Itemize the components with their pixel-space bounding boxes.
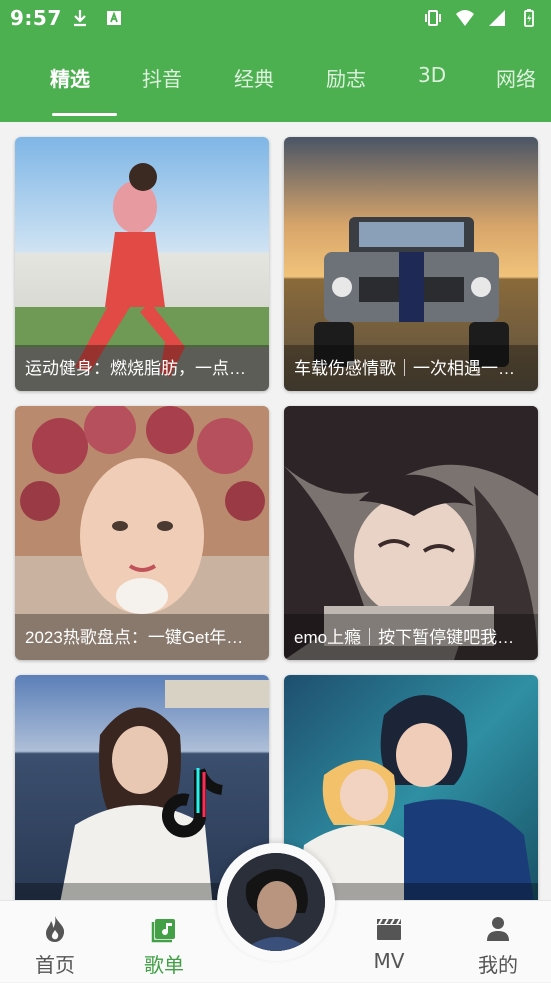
tab-internet[interactable]: 网络 (496, 63, 536, 92)
status-time: 9:57 (10, 6, 62, 30)
status-bar: 9:57 (0, 0, 551, 36)
battery-charging-icon (524, 9, 534, 27)
music-note-icon (151, 919, 175, 943)
clapperboard-icon (377, 918, 401, 940)
tab-indicator (52, 113, 117, 116)
now-playing-cover (227, 853, 325, 951)
font-notification-icon (107, 11, 121, 25)
signal-icon (489, 10, 505, 26)
tab-douyin[interactable]: 抖音 (142, 63, 182, 92)
flame-icon (46, 916, 65, 942)
nav-playlists-label: 歌单 (144, 953, 184, 977)
playlist-grid: 运动健身：燃烧脂肪，一点点变瘦 车载伤感情歌｜一次相遇一生难忘 2023热歌盘点… (0, 122, 551, 900)
download-icon (74, 10, 86, 27)
tab-classic[interactable]: 经典 (234, 63, 274, 92)
playlist-card[interactable]: 车载伤感情歌｜一次相遇一生难忘 (284, 137, 538, 391)
nav-mv[interactable]: MV (334, 901, 444, 983)
playlist-title: emo上瘾｜按下暂停键吧我的心 (294, 628, 528, 647)
playlist-title: 运动健身：燃烧脂肪，一点点变瘦 (25, 359, 259, 378)
nav-home-label: 首页 (35, 953, 75, 977)
tab-inspirational[interactable]: 励志 (326, 63, 366, 92)
playlist-card[interactable]: 2023热歌盘点：一键Get年度热歌 (15, 406, 269, 660)
wifi-icon (456, 10, 474, 26)
now-playing-disc[interactable] (217, 843, 335, 961)
tab-featured[interactable]: 精选 (50, 63, 90, 92)
playlist-card[interactable]: 运动健身：燃烧脂肪，一点点变瘦 (15, 137, 269, 391)
playlist-card[interactable]: emo上瘾｜按下暂停键吧我的心 (284, 406, 538, 660)
nav-mv-label: MV (373, 949, 405, 973)
category-tab-bar: 精选 抖音 经典 励志 3D 网络 (0, 36, 551, 122)
person-icon (487, 917, 509, 941)
nav-profile[interactable]: 我的 (443, 901, 551, 983)
playlist-title: 车载伤感情歌｜一次相遇一生难忘 (294, 359, 528, 378)
nav-profile-label: 我的 (478, 953, 518, 977)
vibrate-icon (425, 10, 441, 26)
playlist-title: 2023热歌盘点：一键Get年度热歌 (25, 628, 259, 647)
nav-playlists[interactable]: 歌单 (109, 901, 219, 983)
now-playing-artwork (227, 853, 325, 951)
nav-home[interactable]: 首页 (0, 901, 110, 983)
tab-3d[interactable]: 3D (418, 63, 446, 87)
